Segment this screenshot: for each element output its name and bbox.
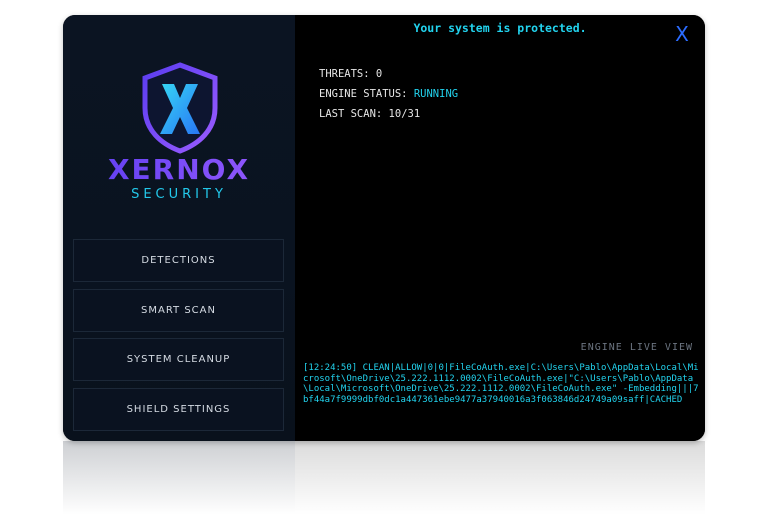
sidebar: XERNOX SECURITY DETECTIONS SMART SCAN SY… xyxy=(63,15,295,441)
engine-status-label: ENGINE STATUS: xyxy=(319,88,408,100)
shield-settings-button[interactable]: SHIELD SETTINGS xyxy=(73,388,284,431)
main-panel: Your system is protected. X THREATS: 0 E… xyxy=(295,15,705,441)
app-window: XERNOX SECURITY DETECTIONS SMART SCAN SY… xyxy=(63,15,705,441)
close-button[interactable]: X xyxy=(673,23,691,45)
reflection-right xyxy=(295,441,705,515)
last-scan-stat: LAST SCAN: 10/31 xyxy=(319,108,420,120)
detections-button[interactable]: DETECTIONS xyxy=(73,239,284,282)
system-cleanup-button[interactable]: SYSTEM CLEANUP xyxy=(73,338,284,381)
engine-log-output: [12:24:50] CLEAN|ALLOW|0|0|FileCoAuth.ex… xyxy=(303,363,699,405)
protection-banner: Your system is protected. xyxy=(413,21,587,35)
engine-status-value: RUNNING xyxy=(413,88,459,100)
threats-value: 0 xyxy=(375,68,383,80)
window-reflection xyxy=(63,441,705,515)
reflection-left xyxy=(63,441,295,515)
last-scan-label: LAST SCAN: xyxy=(319,108,383,120)
brand-subtitle: SECURITY xyxy=(131,187,227,202)
engine-live-view-label: ENGINE LIVE VIEW xyxy=(580,342,693,353)
threats-label: THREATS: xyxy=(319,68,370,80)
brand-name: XERNOX xyxy=(63,153,295,186)
threats-stat: THREATS: 0 xyxy=(319,68,382,80)
shield-logo-icon xyxy=(142,62,218,154)
engine-status-stat: ENGINE STATUS: RUNNING xyxy=(319,88,458,100)
smart-scan-button[interactable]: SMART SCAN xyxy=(73,289,284,332)
last-scan-value: 10/31 xyxy=(388,108,421,120)
